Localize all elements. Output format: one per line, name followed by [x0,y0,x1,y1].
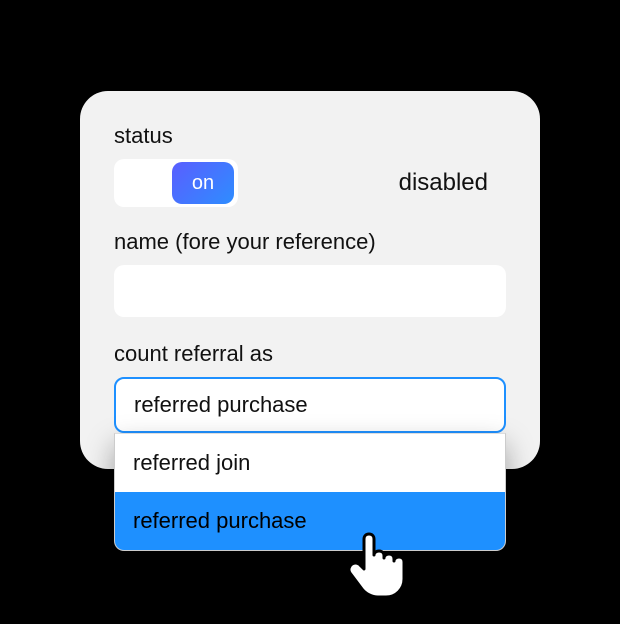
option-label: referred purchase [133,508,307,534]
status-toggle-thumb: on [172,162,234,204]
disabled-label: disabled [399,169,488,197]
count-referral-label: count referral as [114,341,506,367]
count-referral-select[interactable]: referred purchase [114,377,506,433]
name-input[interactable] [114,265,506,317]
option-label: referred join [133,450,250,476]
dropdown-option-referred-join[interactable]: referred join [115,434,505,492]
status-toggle[interactable]: on [114,159,238,207]
name-label: name (fore your reference) [114,229,506,255]
dropdown-option-referred-purchase[interactable]: referred purchase [115,492,505,550]
settings-card: status on disabled name (fore your refer… [80,91,540,469]
count-referral-select-wrap: referred purchase referred join referred… [114,377,506,433]
status-row: on disabled [114,159,506,207]
select-value: referred purchase [134,392,308,418]
toggle-text: on [192,172,214,195]
status-label: status [114,123,506,149]
count-referral-dropdown: referred join referred purchase [114,433,506,551]
